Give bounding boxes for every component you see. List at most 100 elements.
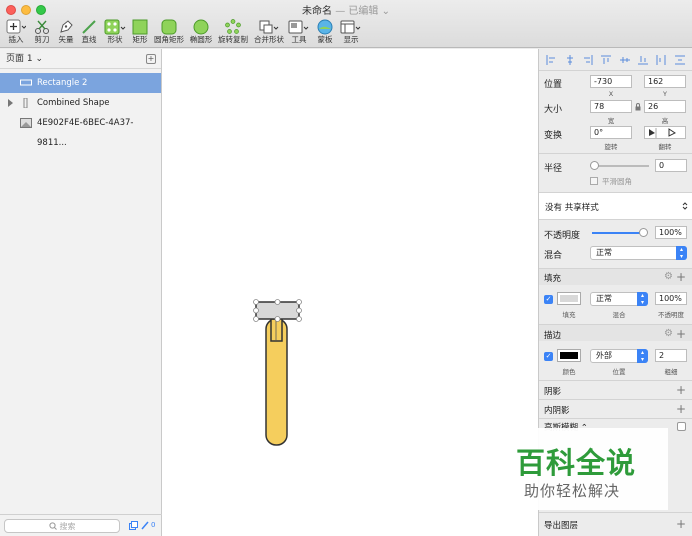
height-field[interactable]: 26 xyxy=(644,100,686,113)
insert-label: 插入 xyxy=(8,35,24,44)
gear-icon[interactable]: ⚙ xyxy=(664,272,673,282)
position-x-field[interactable]: -730 xyxy=(590,75,632,88)
combine-shapes-button[interactable]: 合并形状 xyxy=(252,18,286,48)
resize-handle xyxy=(274,316,281,322)
width-caption: 宽 xyxy=(607,117,615,125)
add-shadow-button[interactable]: + xyxy=(676,384,686,396)
smooth-corners-checkbox[interactable] xyxy=(590,177,598,185)
rounded-rectangle-icon xyxy=(161,19,177,34)
shared-style-selector[interactable]: 没有 共享样式 xyxy=(539,193,692,219)
mask-button[interactable]: 蒙板 xyxy=(314,18,336,48)
align-top-icon[interactable] xyxy=(601,55,612,65)
layer-row[interactable]: 4E902F4E-6BEC-4A37-9811... xyxy=(0,113,161,148)
scissors-button[interactable]: 剪刀 xyxy=(31,18,53,48)
gear-icon[interactable]: ⚙ xyxy=(664,329,673,339)
tools-button[interactable]: 工具 xyxy=(288,18,310,48)
pages-icon[interactable] xyxy=(129,521,138,530)
layer-row[interactable]: Combined Shape xyxy=(0,93,161,113)
oval-button[interactable]: 椭圆形 xyxy=(188,18,214,48)
rounded-rectangle-button[interactable]: 圆角矩形 xyxy=(152,18,186,48)
line-button[interactable]: 直线 xyxy=(79,18,99,48)
add-export-button[interactable]: + xyxy=(676,518,686,530)
border-width-field[interactable]: 2 xyxy=(655,349,687,362)
brush-icon[interactable] xyxy=(141,521,149,530)
combine-shapes-label: 合并形状 xyxy=(254,35,284,44)
resize-handle xyxy=(296,299,302,305)
shapes-button[interactable]: 形状 xyxy=(102,18,128,48)
layer-name: 4E902F4E-6BEC-4A37-9811... xyxy=(37,118,134,148)
rotate-copies-label: 旋转复制 xyxy=(218,35,248,44)
blend-mode-select[interactable]: 正常 ▴ ▾ xyxy=(590,246,687,260)
divider xyxy=(539,399,692,400)
layer-search-input[interactable]: 搜索 xyxy=(4,519,120,533)
vector-label: 矢量 xyxy=(58,35,74,44)
fill-enabled-checkbox[interactable]: ✓ xyxy=(544,295,553,304)
lock-icon[interactable] xyxy=(635,103,641,111)
add-inner-shadow-button[interactable]: + xyxy=(676,403,686,415)
view-label: 显示 xyxy=(343,35,359,44)
align-right-icon[interactable] xyxy=(583,54,593,65)
shadow-header: 阴影 xyxy=(544,387,562,397)
resize-handle xyxy=(296,307,302,314)
flip-horizontal-icon[interactable] xyxy=(645,127,665,138)
canvas[interactable] xyxy=(162,49,538,536)
add-fill-button[interactable]: + xyxy=(676,271,686,283)
add-page-button[interactable]: + xyxy=(146,54,156,64)
alignment-bar xyxy=(539,49,692,71)
layers-panel: 页面 1 ⌄ + Rectangle 2 Combined Shape 4E90… xyxy=(0,49,162,536)
canvas-artwork xyxy=(253,299,302,446)
tools-label: 工具 xyxy=(291,35,307,44)
position-y-field[interactable]: 162 xyxy=(644,75,686,88)
disclosure-triangle-icon[interactable] xyxy=(8,99,13,107)
flip-vertical-icon[interactable] xyxy=(665,127,685,138)
distribute-horizontal-icon[interactable] xyxy=(656,54,666,65)
add-border-button[interactable]: + xyxy=(676,328,686,340)
fill-opacity-caption: 不透明度 xyxy=(658,311,684,319)
radius-field[interactable]: 0 xyxy=(655,159,687,172)
divider xyxy=(539,153,692,154)
x-caption: X xyxy=(608,90,614,98)
blur-checkbox[interactable] xyxy=(677,422,686,431)
align-bottom-icon[interactable] xyxy=(638,55,649,65)
border-position-caption: 位置 xyxy=(612,368,626,376)
fill-blend-caption: 混合 xyxy=(612,311,626,319)
flip-caption: 翻转 xyxy=(658,143,672,151)
vector-button[interactable]: 矢量 xyxy=(55,18,77,48)
radius-slider-knob[interactable] xyxy=(590,161,599,170)
view-button[interactable]: 显示 xyxy=(339,18,363,48)
page-selector[interactable]: 页面 1 ⌄ + xyxy=(0,49,161,69)
chevron-up-down-icon xyxy=(682,202,688,210)
align-left-icon[interactable] xyxy=(546,54,556,65)
neck-shape xyxy=(270,318,283,342)
opacity-slider-knob[interactable] xyxy=(639,228,648,237)
border-color-caption: 颜色 xyxy=(562,368,576,376)
border-color-well[interactable] xyxy=(557,349,581,362)
border-position-value: 外部 xyxy=(596,351,612,360)
divider xyxy=(539,512,692,513)
distribute-vertical-icon[interactable] xyxy=(674,55,685,65)
fill-opacity-field[interactable]: 100% xyxy=(655,292,687,305)
width-field[interactable]: 78 xyxy=(590,100,632,113)
border-enabled-checkbox[interactable]: ✓ xyxy=(544,352,553,361)
edited-status[interactable]: — 已编辑 ⌄ xyxy=(335,6,390,17)
rotate-copies-button[interactable]: 旋转复制 xyxy=(216,18,250,48)
rectangle-button[interactable]: 矩形 xyxy=(130,18,150,48)
border-position-select[interactable]: 外部 ▴ ▾ xyxy=(590,349,648,363)
fill-blend-value: 正常 xyxy=(596,294,612,303)
resize-handle xyxy=(253,316,259,322)
fill-color-well[interactable] xyxy=(557,292,581,305)
insert-button[interactable]: 插入 xyxy=(4,18,28,48)
align-center-icon[interactable] xyxy=(565,54,575,65)
layer-row[interactable]: Rectangle 2 xyxy=(0,73,161,93)
radius-slider[interactable] xyxy=(594,165,649,167)
title-bar: 未命名 — 已编辑 ⌄ 插入 剪刀 矢量 直线 形状 矩形 圆角矩形 椭圆形 旋… xyxy=(0,0,692,48)
document-name: 未命名 xyxy=(302,6,333,17)
fill-blend-select[interactable]: 正常 ▴ ▾ xyxy=(590,292,648,306)
rotate-field[interactable]: 0° xyxy=(590,126,632,139)
watermark-overlay: 百科全说 助你轻松解决 xyxy=(502,428,668,510)
rotate-copies-icon xyxy=(225,18,241,34)
y-caption: Y xyxy=(663,90,667,98)
opacity-field[interactable]: 100% xyxy=(655,226,687,239)
align-middle-icon[interactable] xyxy=(619,55,630,65)
border-color-swatch xyxy=(560,352,578,359)
